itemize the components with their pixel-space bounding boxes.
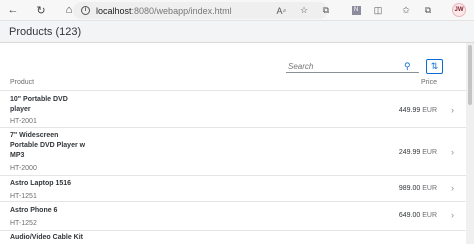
extensions-icon[interactable]: ⧉ xyxy=(318,3,334,18)
table-header: Product Price xyxy=(0,74,466,91)
split-screen-icon[interactable]: ◫ xyxy=(370,3,386,18)
product-name: Astro Laptop 1516 xyxy=(10,180,72,187)
scrollbar-thumb[interactable] xyxy=(468,45,472,105)
chevron-right-icon[interactable]: › xyxy=(451,183,454,193)
search-icon[interactable]: ⚲ xyxy=(404,61,411,72)
favorites-icon[interactable]: ✩ xyxy=(398,3,414,18)
table-row[interactable]: Audio/Video Cable Kit xyxy=(0,231,466,244)
price-value: 649.00 xyxy=(398,212,421,219)
product-name: 7" Widescreen Portable DVD Player w MP3 xyxy=(10,132,86,159)
table-row[interactable]: Astro Phone 6 HT-1252 649.00 EUR › xyxy=(0,202,466,231)
back-icon[interactable]: ← xyxy=(5,2,21,18)
search-field[interactable]: ⚲ xyxy=(286,60,419,73)
browser-actions: A ♬ ☆ ⧉ N ◫ ✩ ⧉ xyxy=(268,3,436,18)
chevron-right-icon[interactable]: › xyxy=(451,210,454,220)
price-currency: EUR xyxy=(422,149,437,156)
product-id: HT-2001 xyxy=(10,118,37,125)
product-price: 249.99 EUR xyxy=(399,149,437,156)
search-input[interactable] xyxy=(286,61,404,71)
table-row[interactable]: 7" Widescreen Portable DVD Player w MP3 … xyxy=(0,128,466,176)
collections-icon[interactable]: ⧉ xyxy=(420,3,436,18)
price-value: 449.99 xyxy=(398,107,421,114)
info-icon[interactable]: i xyxy=(81,6,90,15)
url-path: :8080/webapp/index.html xyxy=(131,5,232,16)
column-header-product: Product xyxy=(10,79,35,86)
price-currency: EUR xyxy=(422,212,437,219)
product-price: 989.00 EUR xyxy=(399,185,437,192)
price-value: 249.99 xyxy=(398,149,421,156)
page-header: Products (123) xyxy=(0,21,474,43)
product-id: HT-2000 xyxy=(10,165,37,172)
price-value: 989.00 xyxy=(398,185,421,192)
product-id: HT-1252 xyxy=(10,220,37,227)
sort-icon: ⇅ xyxy=(430,61,439,71)
sort-button[interactable]: ⇅ xyxy=(426,59,443,74)
avatar[interactable]: JW xyxy=(452,3,466,17)
table-row[interactable]: 10" Portable DVD player HT-2001 449.99 E… xyxy=(0,91,466,128)
product-price: 649.00 EUR xyxy=(399,212,437,219)
chevron-right-icon[interactable]: › xyxy=(451,147,454,157)
chevron-right-icon[interactable]: › xyxy=(451,105,454,115)
page-title: Products (123) xyxy=(9,26,82,38)
favorite-icon[interactable]: ☆ xyxy=(296,3,312,18)
read-aloud-icon[interactable]: A ♬ xyxy=(274,3,290,18)
address-url: localhost:8080/webapp/index.html xyxy=(96,6,232,16)
product-id: HT-1251 xyxy=(10,193,37,200)
refresh-icon[interactable]: ↻ xyxy=(33,2,49,18)
product-price: 449.99 EUR xyxy=(399,107,437,114)
scrollbar[interactable] xyxy=(466,43,474,244)
column-header-price: Price xyxy=(421,79,437,86)
app-icon[interactable]: N xyxy=(348,3,364,18)
url-host: localhost xyxy=(96,5,132,16)
product-name: Astro Phone 6 xyxy=(10,207,58,214)
price-currency: EUR xyxy=(422,107,437,114)
product-name: Audio/Video Cable Kit xyxy=(10,234,83,241)
price-currency: EUR xyxy=(422,185,437,192)
table-row[interactable]: Astro Laptop 1516 HT-1251 989.00 EUR › xyxy=(0,176,466,202)
product-name: 10" Portable DVD player xyxy=(10,96,68,113)
